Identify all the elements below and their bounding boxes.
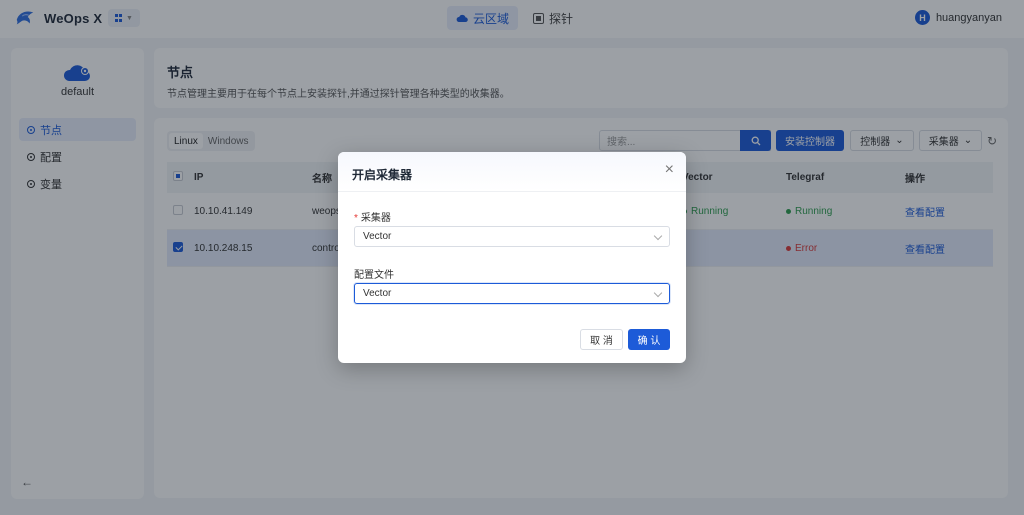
app-root: WeOps X ▼ 云区域 探针 H huangyanyan default 节… xyxy=(0,0,1024,515)
chevron-down-icon xyxy=(653,288,663,298)
config-select-value: Vector xyxy=(363,288,392,299)
cancel-button[interactable]: 取 消 xyxy=(580,329,623,350)
config-field-label: 配置文件 xyxy=(354,270,394,281)
enable-collector-modal: 开启采集器 × * 采集器 Vector 配置文件 Vector 取 消 确 认 xyxy=(338,152,686,363)
collector-select[interactable]: Vector xyxy=(354,226,670,247)
collector-field-label: * 采集器 xyxy=(354,213,391,224)
modal-title: 开启采集器 xyxy=(352,168,413,182)
required-mark: * xyxy=(354,213,358,224)
close-icon[interactable]: × xyxy=(665,162,674,178)
chevron-down-icon xyxy=(653,231,663,241)
collector-select-value: Vector xyxy=(363,231,392,242)
modal-header: 开启采集器 × xyxy=(338,152,686,192)
config-file-select[interactable]: Vector xyxy=(354,283,670,304)
confirm-button[interactable]: 确 认 xyxy=(628,329,670,350)
